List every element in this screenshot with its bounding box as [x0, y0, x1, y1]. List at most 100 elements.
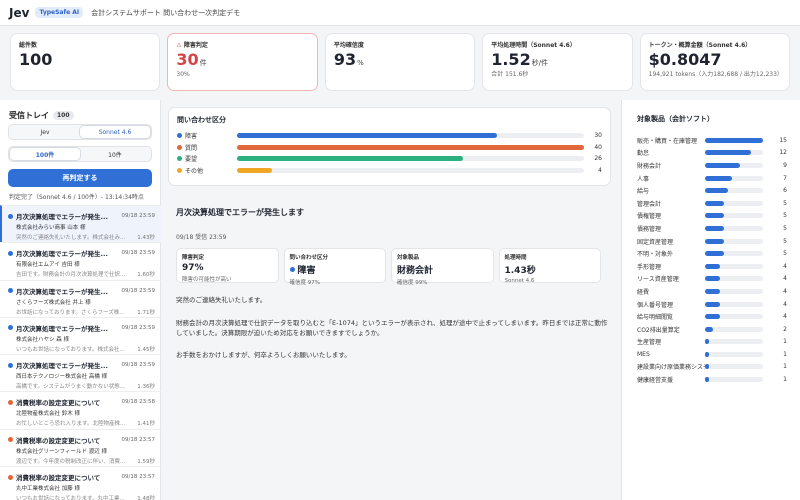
category-row: その他 4 [177, 165, 602, 177]
product-row: MES 1 [637, 348, 792, 361]
product-bar [705, 175, 733, 181]
product-label: 債権管理 [637, 213, 662, 221]
message-time: 1.45秒 [137, 346, 155, 353]
limit-option-100[interactable]: 100件 [10, 148, 80, 160]
model-toggle: Jev Sonnet 4.6 [8, 124, 152, 140]
message-list-item[interactable]: 月次決算処理でエラーが発生... 09/18 23:59 さくらフーズ株式会社 井上… [0, 279, 161, 317]
message-list-item[interactable]: 月次決算処理でエラーが発生... 09/18 23:59 株式会社みらい商事 山本 … [0, 205, 161, 243]
product-label: 給与 [637, 188, 650, 196]
product-row: 給与明細閲覧 4 [637, 310, 792, 323]
inbox-panel: 受信トレイ 100 Jev Sonnet 4.6 100件 10件 再判定する … [0, 100, 161, 500]
message-company: 株式会社グリーンフィールド 渡辺 様 [16, 448, 107, 455]
product-label: MES [637, 350, 650, 358]
product-label: CO2排出量算定 [637, 326, 680, 334]
message-date: 09/18 23:59 [121, 324, 155, 331]
limit-option-10[interactable]: 10件 [80, 148, 150, 160]
product-bar-track [705, 377, 763, 383]
category-dot-icon [289, 267, 295, 272]
model-option-sonnet[interactable]: Sonnet 4.6 [80, 126, 150, 138]
product-row: 個人番号管理 4 [637, 298, 792, 311]
message-company: さくらフーズ株式会社 井上 様 [16, 299, 91, 306]
product-bar-track [705, 213, 763, 219]
product-bar-track [705, 225, 763, 231]
metric-card-total: 総件数 100 [10, 33, 161, 91]
product-label: 経費 [637, 288, 650, 296]
message-list-item[interactable]: 消費税率の設定変更について 09/18 23:58 北陸物産株式会社 鈴木 様お忙し… [0, 391, 161, 428]
product-count: 1 [783, 338, 787, 346]
message-list-item[interactable]: 月次決算処理でエラーが発生... 09/18 23:59 有限会社エムアイ 吉田 様… [0, 242, 161, 279]
product-label: 健康経営支援 [637, 377, 674, 385]
product-label: 財務会計 [637, 162, 662, 170]
product-row: 勤怠 12 [637, 147, 792, 160]
category-count: 30 [594, 132, 602, 140]
category-dot-icon [8, 288, 13, 294]
category-dot-icon [8, 213, 13, 219]
product-count: 6 [783, 187, 787, 195]
product-bar [705, 137, 763, 143]
product-label: 勤怠 [637, 150, 650, 158]
message-company: 株式会社みらい商事 山本 様 [16, 225, 86, 231]
category-dot-icon [8, 437, 13, 443]
model-option-jev[interactable]: Jev [10, 126, 80, 138]
metric-value: 100 [19, 50, 53, 69]
product-bar [705, 200, 725, 206]
product-row: 経費 4 [637, 285, 792, 298]
product-row: 給与 6 [637, 184, 792, 197]
product-row: 人事 7 [637, 172, 792, 185]
product-bar [705, 263, 721, 269]
message-date: 09/18 23:59 [121, 287, 155, 294]
product-label: 固定資産管理 [637, 238, 674, 246]
product-bar [705, 364, 709, 370]
product-bar-track [705, 188, 763, 194]
message-list-item[interactable]: 月次決算処理でエラーが発生... 09/18 23:59 西日本テクノロジー株式会社… [0, 354, 161, 391]
product-bar-track [705, 137, 763, 143]
message-date: 09/18 23:57 [121, 436, 155, 443]
product-count: 4 [783, 262, 787, 270]
product-row: CO2排出量算定 2 [637, 323, 792, 336]
message-date: 09/18 23:59 [121, 213, 155, 219]
metric-card-tokens: トークン・概算金額（Sonnet 4.6） $0.8047 194,921 to… [639, 33, 791, 91]
product-count: 4 [783, 275, 787, 283]
product-bar [705, 225, 725, 231]
judgment-fault: 障害判定 97% 障害の可能性が高い [176, 248, 279, 283]
category-dot-icon [177, 156, 182, 162]
message-preview: 高橋です。システムがうまく動かない状態... [16, 384, 126, 391]
product-count: 15 [779, 136, 787, 144]
product-row: 債務管理 5 [637, 222, 792, 235]
product-bar-track [705, 175, 763, 181]
product-label: リース資産管理 [637, 276, 679, 284]
message-list-item[interactable]: 消費税率の設定変更について 09/18 23:57 株式会社グリーンフィールド 渡辺… [0, 428, 161, 466]
product-count: 5 [783, 199, 787, 207]
category-bar [237, 144, 584, 150]
category-label: 障害 [185, 133, 198, 141]
category-dot-icon [8, 325, 13, 331]
message-preview: 吉田です。財務会計の月次決算処理で仕訳... [16, 272, 126, 279]
product-bar-track [705, 251, 763, 257]
message-list-item[interactable]: 消費税率の設定変更について 09/18 23:57 丸中工業株式会社 加藤 様いつも… [0, 466, 161, 500]
rejudge-button[interactable]: 再判定する [8, 169, 152, 187]
product-count: 1 [783, 363, 787, 371]
product-bar [705, 288, 721, 294]
message-list-item[interactable]: 月次決算処理でエラーが発生... 09/18 23:59 株式会社ハヤシ 森 様いつ… [0, 316, 161, 354]
product-row: 債権管理 5 [637, 210, 792, 223]
product-bar [705, 251, 725, 257]
category-panel: 問い合わせ区分 障害 30 質問 40 要望 26 その他 4 [168, 107, 611, 186]
category-title: 問い合わせ区分 [177, 116, 226, 124]
metric-sub: 194,921 tokens（入力182,688 / 出力12,233） [648, 71, 783, 78]
product-label: 人事 [637, 175, 650, 183]
message-date: 09/18 23:59 [121, 362, 155, 369]
metric-card-fault: ⚠ 障害判定 30件 30% [167, 33, 318, 91]
product-bar [705, 326, 713, 332]
message-list: 月次決算処理でエラーが発生... 09/18 23:59 株式会社みらい商事 山本 … [0, 205, 161, 500]
product-bar [705, 339, 709, 345]
message-time: 1.60秒 [137, 272, 155, 279]
detail-title: 月次決算処理でエラーが発生します [176, 208, 304, 217]
message-preview: いつもお世話になっております。丸中工業... [16, 496, 125, 500]
product-count: 4 [783, 300, 787, 308]
detail-date: 09/18 受信 23:59 [176, 234, 227, 241]
product-row: 財務会計 9 [637, 159, 792, 172]
category-count: 4 [598, 166, 602, 174]
product-rows: 販売・購買・在庫管理 15 勤怠 12 財務会計 9 人事 7 給与 6 管理会計 5 債権管理 5 債務管… [637, 134, 792, 386]
product-badge: TypeSafe AI [35, 7, 84, 18]
category-dot-icon [8, 399, 13, 405]
